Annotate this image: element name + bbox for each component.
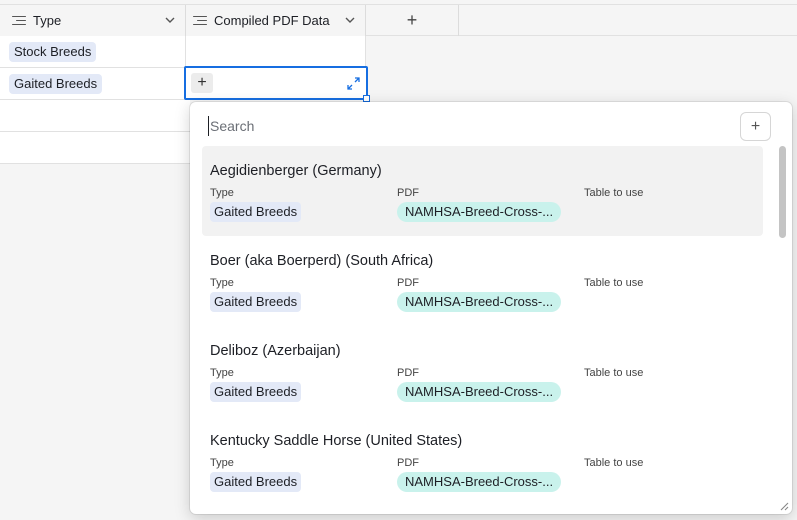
record-title: Boer (aka Boerperd) (South Africa): [210, 253, 434, 269]
record-title: Kentucky Saddle Horse (United States): [210, 433, 463, 449]
record-title: Aegidienberger (Germany): [210, 163, 382, 179]
field-label-type: Type: [210, 187, 234, 199]
type-pill: Gaited Breeds: [9, 73, 103, 94]
chevron-down-icon[interactable]: [165, 15, 175, 25]
pdf-pill: NAMHSA-Breed-Cross-...: [397, 292, 562, 312]
pdf-pill: NAMHSA-Breed-Cross-...: [397, 202, 562, 222]
chevron-down-icon[interactable]: [345, 15, 355, 25]
table-row-empty[interactable]: [0, 132, 190, 164]
type-cell[interactable]: Gaited Breeds: [0, 68, 186, 99]
record-list: Aegidienberger (Germany) Type PDF Table …: [202, 146, 764, 514]
field-label-pdf: PDF: [397, 457, 419, 469]
type-pill: Gaited Breeds: [210, 382, 302, 402]
column-header-label: Compiled PDF Data: [214, 13, 330, 28]
column-header-compiled-pdf-data[interactable]: Compiled PDF Data: [186, 5, 366, 36]
field-label-pdf: PDF: [397, 187, 419, 199]
table-row-empty[interactable]: [0, 100, 190, 132]
type-pill: Gaited Breeds: [210, 292, 302, 312]
field-label-pdf: PDF: [397, 277, 419, 289]
record-item[interactable]: Aegidienberger (Germany) Type PDF Table …: [202, 146, 763, 236]
expand-icon[interactable]: [347, 77, 360, 90]
new-record-button[interactable]: +: [740, 112, 771, 141]
pdf-pill: NAMHSA-Breed-Cross-...: [397, 472, 562, 492]
header-row: Type Compiled PDF Data +: [0, 4, 797, 36]
compiled-pdf-cell[interactable]: [186, 36, 366, 67]
column-header-type[interactable]: Type: [0, 5, 186, 36]
pdf-pill: NAMHSA-Breed-Cross-...: [397, 382, 562, 402]
field-label-table: Table to use: [584, 457, 644, 469]
search-input[interactable]: [208, 116, 728, 136]
active-link-cell[interactable]: +: [184, 66, 370, 102]
record-item[interactable]: Deliboz (Azerbaijan) Type PDF Table to u…: [202, 326, 763, 416]
grid-empty-area: [0, 164, 190, 520]
field-label-table: Table to use: [584, 277, 644, 289]
link-record-picker: + Aegidienberger (Germany) Type PDF Tabl…: [190, 102, 792, 514]
field-type-icon: [193, 15, 207, 27]
scrollbar-thumb[interactable]: [779, 146, 786, 238]
type-pill: Gaited Breeds: [210, 472, 302, 492]
type-pill: Stock Breeds: [9, 41, 97, 62]
record-title: Deliboz (Azerbaijan): [210, 343, 341, 359]
field-label-table: Table to use: [584, 367, 644, 379]
column-header-label: Type: [33, 13, 62, 28]
resize-handle-icon[interactable]: [779, 501, 789, 511]
table-row[interactable]: Stock Breeds: [0, 36, 366, 68]
search-bar: +: [190, 102, 792, 148]
type-cell[interactable]: Stock Breeds: [0, 36, 186, 67]
field-type-icon: [12, 15, 26, 27]
field-label-pdf: PDF: [397, 367, 419, 379]
field-label-type: Type: [210, 457, 234, 469]
field-label-table: Table to use: [584, 187, 644, 199]
field-label-type: Type: [210, 367, 234, 379]
field-label-type: Type: [210, 277, 234, 289]
fill-handle[interactable]: [363, 95, 370, 102]
record-item[interactable]: Boer (aka Boerperd) (South Africa) Type …: [202, 236, 763, 326]
type-pill: Gaited Breeds: [210, 202, 302, 222]
add-column-button[interactable]: +: [366, 5, 459, 36]
record-item[interactable]: Kentucky Saddle Horse (United States) Ty…: [202, 416, 763, 506]
add-link-button[interactable]: +: [191, 73, 213, 93]
